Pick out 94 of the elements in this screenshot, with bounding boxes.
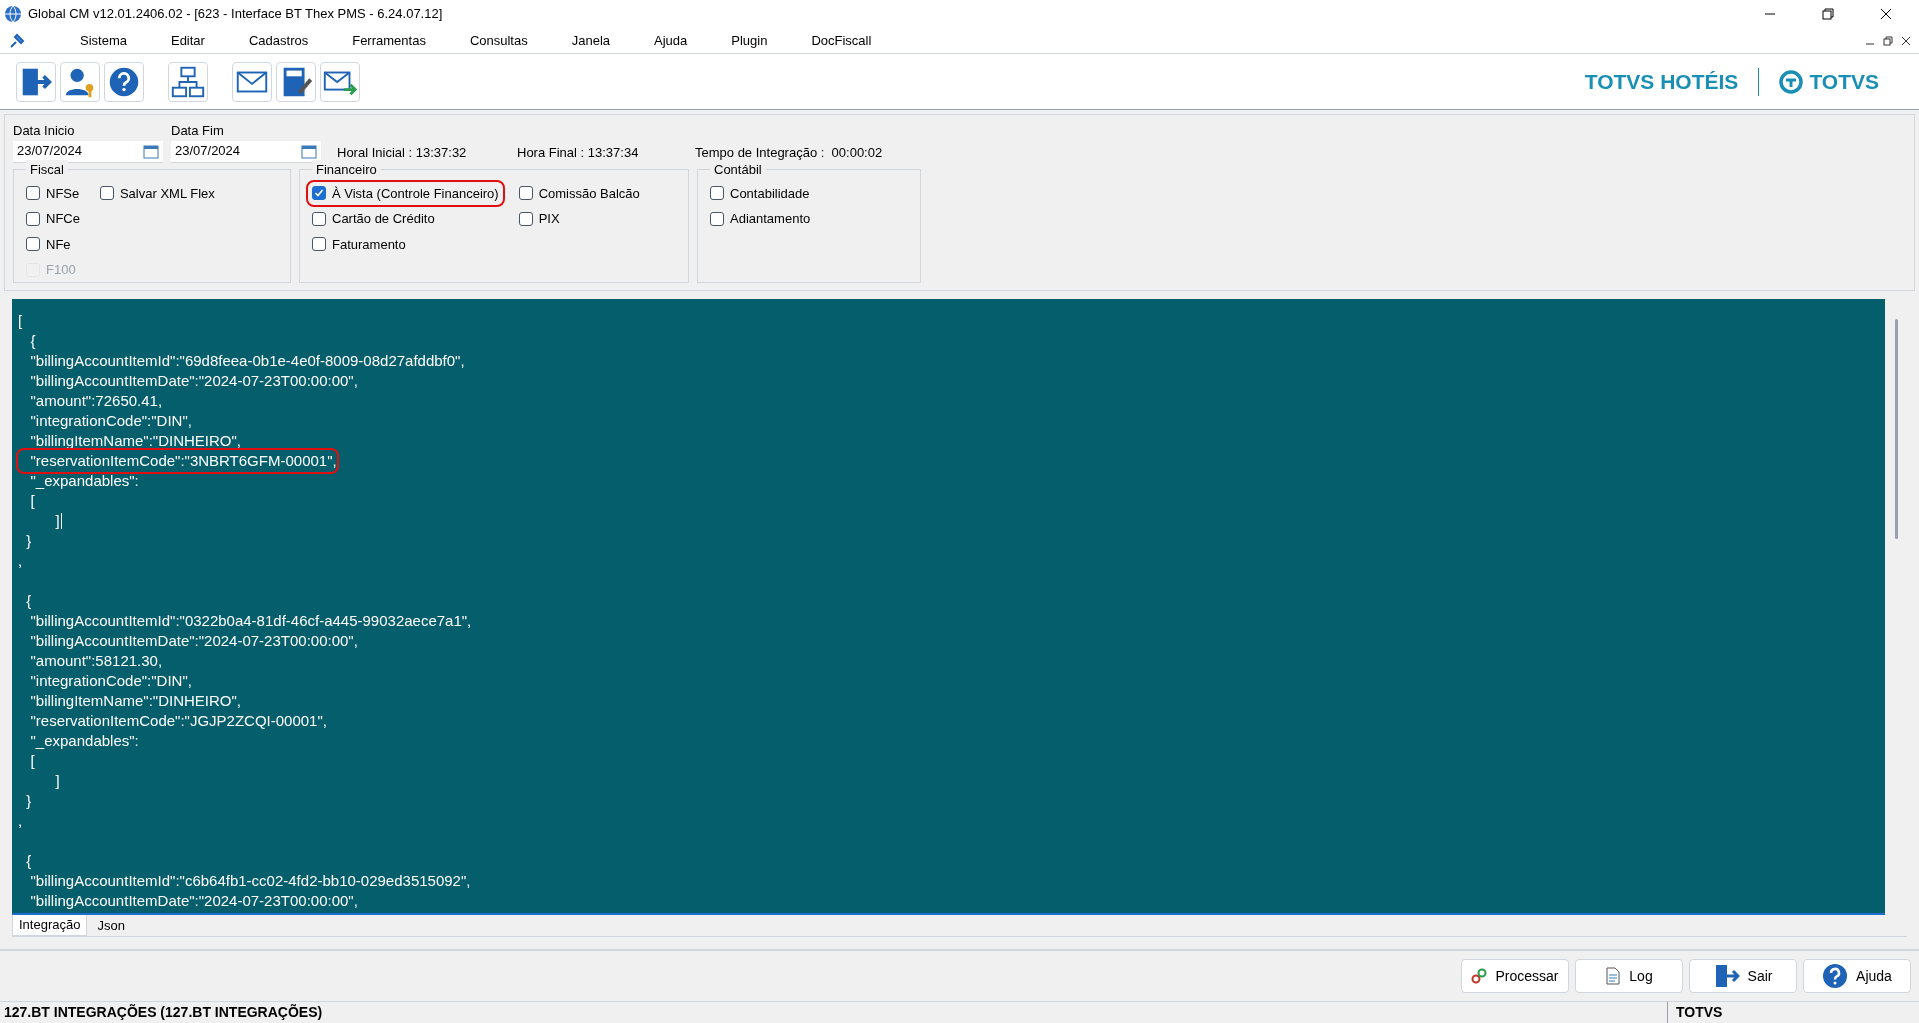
menu-item[interactable]: DocFiscall (789, 30, 894, 51)
json-line: , (18, 810, 23, 831)
json-line: "billingItemName":"DINHEIRO", (29, 430, 241, 451)
json-line: "billingAccountItemDate":"2024-07-23T00:00:00", (29, 630, 358, 651)
logo-icon (1779, 69, 1804, 94)
logo-text: TOTVS (1809, 68, 1879, 95)
date-field[interactable]: 23/07/2024 (13, 140, 163, 163)
link-icon (1471, 968, 1488, 984)
menu-item[interactable]: Cadastros (226, 30, 331, 51)
checkbox[interactable] (518, 186, 533, 201)
help-icon (1822, 963, 1849, 989)
json-line: } (25, 530, 32, 551)
json-line: ] (54, 770, 60, 791)
checkbox-label: À Vista (Controle Financeiro) (332, 184, 499, 203)
json-line: { (29, 330, 36, 351)
json-line: [ (29, 490, 35, 511)
menu-item[interactable]: Consultas (447, 30, 550, 51)
checkbox-label: NFSe (46, 184, 80, 203)
checkbox-label: Faturamento (332, 235, 406, 254)
checkbox-label: Comissão Balcão (538, 184, 640, 203)
time-label: Horal Inicial : 13:37:32 (337, 144, 468, 162)
checkbox[interactable] (99, 186, 114, 201)
checkbox-label: F100 (46, 261, 76, 279)
json-line: "billingAccountItemId":"69d8feea-0b1e-4e0f-8009-08d27afddbf0", (29, 350, 465, 371)
json-line: "reservationItemCode":"JGJP2ZCQI-00001", (29, 710, 327, 731)
action-button[interactable]: Log (1575, 959, 1683, 993)
date-label: Data Inicio (13, 122, 76, 140)
menu-item[interactable]: Sistema (58, 30, 149, 51)
json-line: "integrationCode":"DIN", (29, 670, 192, 691)
checkbox[interactable] (26, 211, 40, 226)
tab[interactable]: Integração (12, 915, 88, 936)
json-line: "billingItemName":"DINHEIRO", (29, 690, 241, 711)
json-line: "billingAccountItemId":"0322b0a4-81df-46cf-a445-99032aece7a1", (29, 610, 472, 631)
checkbox[interactable] (26, 186, 40, 201)
json-line: { (25, 590, 32, 611)
hierarchy-icon[interactable] (168, 61, 208, 102)
globe-icon (4, 5, 22, 23)
menu-item[interactable]: Ferramentas (330, 30, 448, 51)
checkbox-label: PIX (538, 210, 560, 228)
status-text: TOTVS (1675, 1003, 1724, 1022)
checkbox[interactable] (312, 211, 326, 226)
menu-item[interactable]: Plugin (709, 30, 790, 51)
time-label: Hora Final : 13:37:34 (517, 144, 640, 162)
date-field[interactable]: 23/07/2024 (171, 140, 321, 163)
json-line: "amount":58121.30, (29, 650, 163, 671)
checkbox[interactable] (26, 237, 40, 252)
checkbox[interactable] (710, 186, 724, 201)
json-line: } (25, 790, 32, 811)
checkbox-label: NFCe (46, 210, 80, 228)
action-button[interactable]: Processar (1461, 959, 1569, 993)
json-line: [ (18, 310, 23, 331)
time-label: Tempo de Integração : 00:00:02 (695, 144, 883, 162)
user-key-icon[interactable] (60, 61, 100, 102)
help-icon[interactable] (104, 61, 144, 102)
json-line: , (18, 550, 23, 571)
json-line: "billingAccountItemDate":"2024-07-23T00:00:00", (29, 370, 358, 391)
checkbox-label: Cartão de Crédito (332, 210, 435, 228)
restore-icon[interactable] (1883, 35, 1893, 46)
json-line: ] (54, 510, 60, 531)
json-line: "billingAccountItemId":"c6b64fb1-cc02-4fd2-bb10-029ed3515092", (29, 870, 471, 891)
window-title: Global CM v12.01.2406.02 - [623 - Interface BT Thex PMS - 6.24.07.12] (28, 5, 443, 24)
action-button[interactable]: Ajuda (1803, 959, 1911, 993)
checkbox[interactable] (312, 237, 326, 252)
checkbox[interactable] (710, 211, 724, 226)
checkbox[interactable] (312, 186, 326, 201)
json-line: "integrationCode":"DIN", (29, 410, 192, 431)
json-line: { (25, 850, 32, 871)
close-icon[interactable] (1901, 35, 1911, 46)
exit-door-icon[interactable] (16, 61, 56, 102)
envelope-icon[interactable] (232, 61, 272, 102)
json-line: "_expandables": (29, 730, 139, 751)
checkmark-icon (314, 188, 324, 199)
checkbox-label: Adiantamento (730, 210, 811, 228)
date-label: Data Fim (171, 122, 225, 140)
document-icon (1605, 967, 1622, 985)
calendar-icon[interactable] (143, 143, 159, 159)
checkbox-label: Salvar XML Flex (119, 184, 215, 203)
action-button[interactable]: Sair (1689, 959, 1797, 993)
status-text: 127.BT INTEGRAÇÕES (127.BT INTEGRAÇÕES) (0, 1002, 1668, 1023)
json-line: [ (29, 750, 35, 771)
json-line: "amount":72650.41, (29, 390, 163, 411)
calendar-icon[interactable] (301, 143, 317, 159)
json-line: "reservationItemCode":"3NBRT6GFM-00001", (18, 449, 337, 473)
json-line: "_expandables": (29, 470, 139, 491)
menu-item[interactable]: Ajuda (632, 30, 710, 51)
checkbox-label: NFe (46, 235, 71, 254)
json-line: "billingAccountItemDate":"2024-07-23T00:00:00", (29, 890, 358, 911)
brand-text: TOTVS HOTÉIS (1584, 68, 1739, 95)
checkbox-label: Contabilidade (730, 184, 810, 203)
menu-item[interactable]: Janela (549, 30, 632, 51)
checkbox[interactable] (518, 211, 533, 226)
exit-door-icon (1713, 964, 1740, 988)
send-mail-icon[interactable] (320, 61, 360, 102)
menu-item[interactable]: Editar (148, 30, 227, 51)
